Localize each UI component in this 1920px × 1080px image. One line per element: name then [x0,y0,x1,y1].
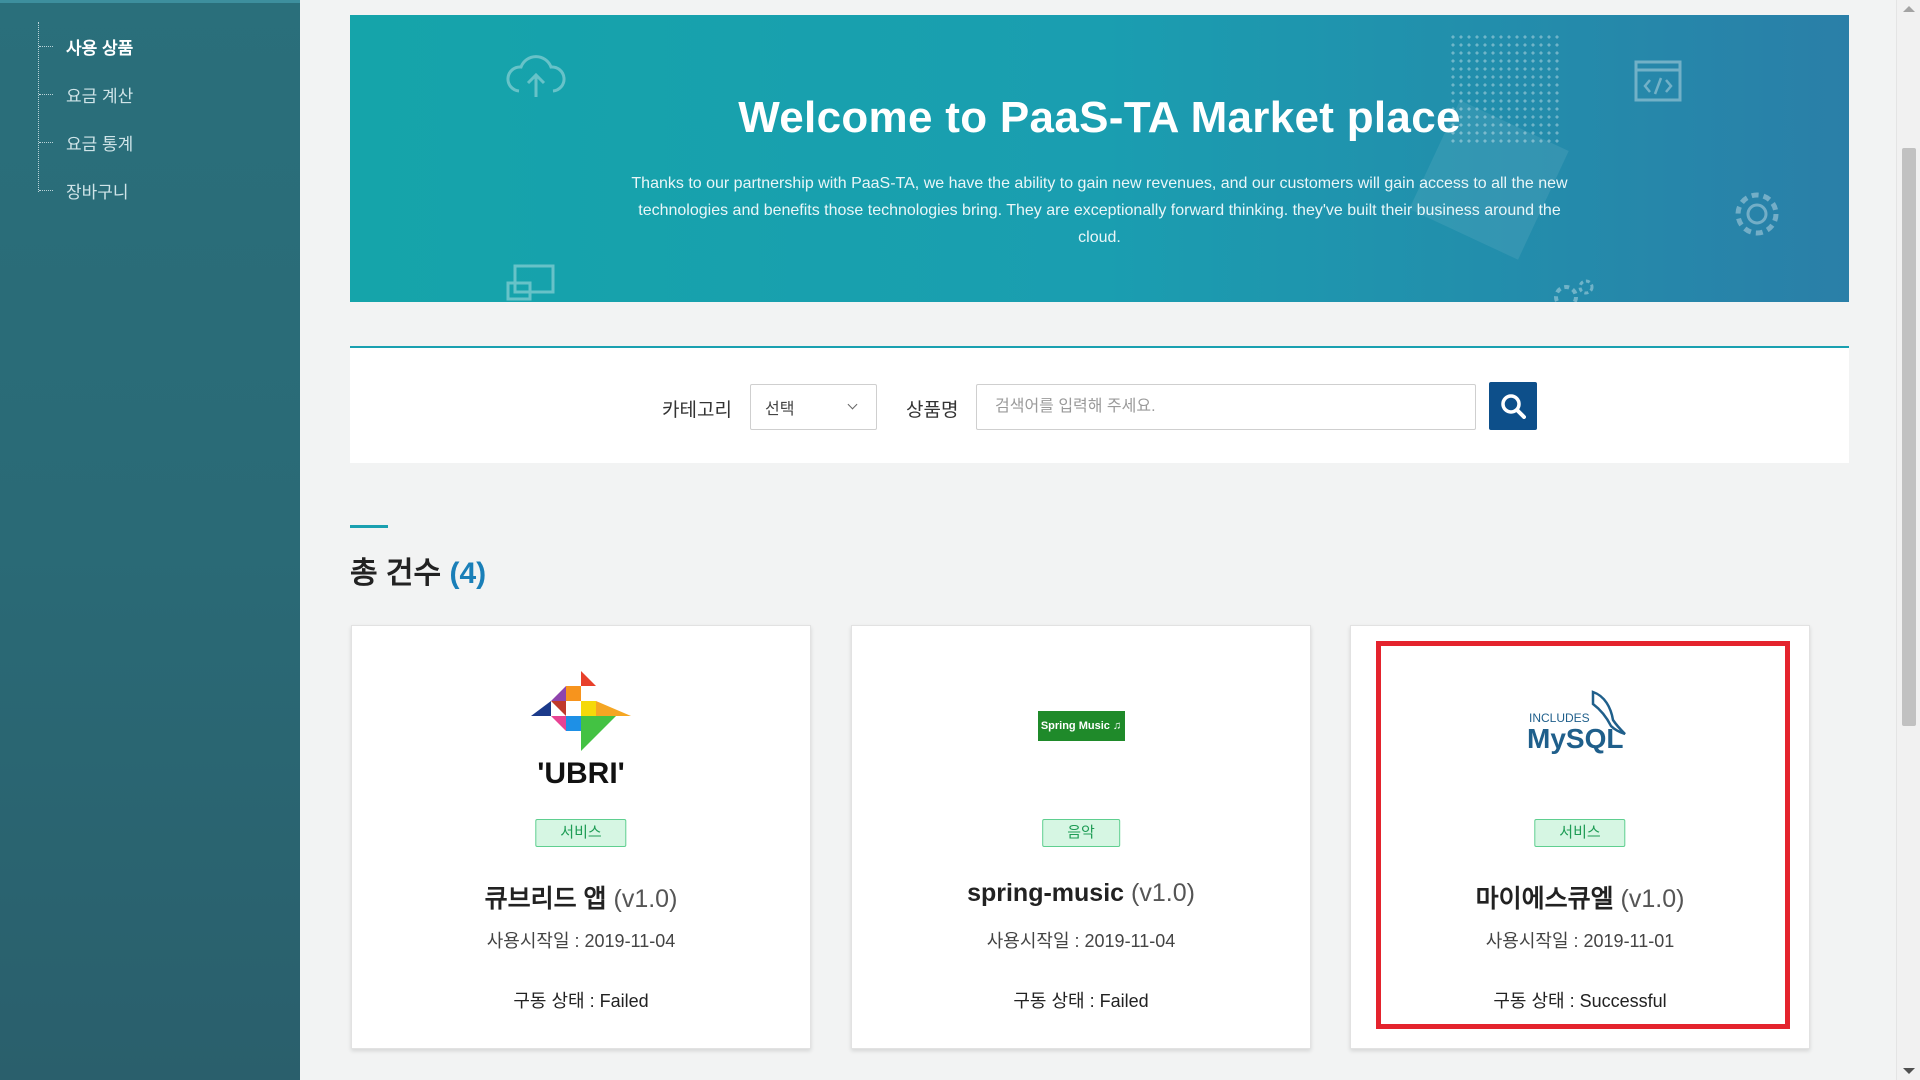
start-date: 사용시작일 : 2019-11-01 [1485,931,1675,951]
category-badge: 서비스 [1534,819,1626,847]
sidebar: 사용 상품 요금 계산 요금 통계 장바구니 [0,0,300,1080]
category-select-value: 선택 [765,401,795,418]
hero-title: Welcome to PaaS-TA Market place [738,93,1461,142]
svg-text:'UBRI': 'UBRI' [537,757,625,786]
svg-text:MySQL: MySQL [1527,723,1623,754]
product-name: spring-music (v1.0) [852,879,1310,908]
run-status: 구동 상태 : Successful [1493,991,1667,1011]
product-title: 큐브리드 앱 [484,885,607,913]
total-count-heading: 총 건수 (4) [350,548,486,592]
product-title: 마이에스큐엘 [1475,885,1614,913]
product-version: (v1.0) [613,885,678,913]
start-date: 사용시작일 : 2019-11-04 [986,931,1176,951]
gears-icon [1554,279,1594,302]
run-status: 구동 상태 : Failed [513,991,649,1011]
spring-music-logo-text: Spring Music ♫ [1037,711,1125,741]
category-label: 카테고리 [662,400,732,421]
gear-icon [1735,192,1779,236]
product-name: 큐브리드 앱 (v1.0) [352,879,810,915]
cubrid-logo: 'UBRI' [352,666,810,786]
chevron-down-icon [847,399,858,410]
scroll-up-arrow-icon[interactable] [1903,6,1915,12]
product-version: (v1.0) [1131,879,1195,907]
spring-music-logo: Spring Music ♫ [852,666,1310,786]
product-name-label: 상품명 [906,400,959,421]
sidebar-menu-tree: 사용 상품 요금 계산 요금 통계 장바구니 [38,22,258,202]
monitor-icon [506,264,555,301]
total-count-label: 총 건수 [350,557,442,590]
total-count-value: (4) [449,557,487,590]
product-name: 마이에스큐엘 (v1.0) [1351,879,1809,915]
scrollbar-thumb[interactable] [1902,148,1916,726]
mysql-logo: INCLUDES MySQL [1351,666,1809,786]
scroll-down-arrow-icon[interactable] [1903,1068,1915,1074]
hero-description: Thanks to our partnership with PaaS-TA, … [631,175,1568,246]
search-panel: 카테고리 선택 상품명 [350,346,1849,463]
search-button[interactable] [1489,382,1537,430]
product-card-spring-music[interactable]: Spring Music ♫ 음악 spring-music (v1.0) 사용… [851,625,1311,1049]
hero-banner: Welcome to PaaS-TA Market place Thanks t… [350,15,1849,302]
category-select[interactable]: 선택 [750,384,877,430]
product-title: spring-music [967,879,1125,907]
count-accent-bar [350,525,388,528]
product-card-cubrid[interactable]: 'UBRI' 서비스 큐브리드 앱 (v1.0) 사용시작일 : 2019-11… [351,625,811,1049]
start-date: 사용시작일 : 2019-11-04 [486,931,676,951]
category-badge: 서비스 [535,819,627,847]
sidebar-item-fee-statistics[interactable]: 요금 통계 [39,118,258,166]
search-icon [1501,394,1526,419]
category-badge: 음악 [1042,819,1120,847]
product-card-mysql[interactable]: INCLUDES MySQL 서비스 마이에스큐엘 (v1.0) 사용시작일 :… [1350,625,1810,1049]
sidebar-item-cart[interactable]: 장바구니 [39,166,258,214]
search-input[interactable] [976,384,1476,430]
run-status: 구동 상태 : Failed [1013,991,1149,1011]
sidebar-item-fee-calculation[interactable]: 요금 계산 [39,70,258,118]
product-version: (v1.0) [1620,885,1685,913]
page-scrollbar[interactable] [1896,0,1920,1080]
sidebar-item-used-products[interactable]: 사용 상품 [39,22,258,70]
